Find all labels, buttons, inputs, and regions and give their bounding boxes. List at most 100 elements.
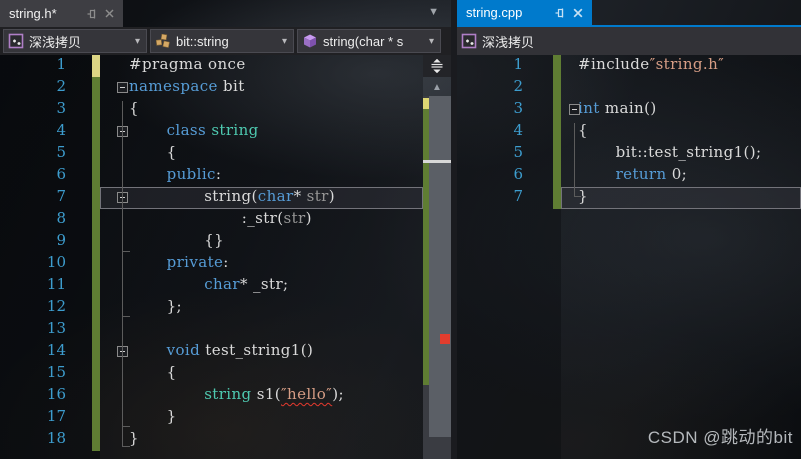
close-icon[interactable] [572,7,584,19]
scrollbar-error-mark [440,334,450,344]
code-line[interactable]: 7 string(char* str) [0,187,423,209]
right-code-editor[interactable]: 1 #include″string.h″ 2 3 int main() 4{5 bit::t… [457,55,801,459]
close-icon[interactable] [104,8,115,19]
code-line[interactable]: 5{ [0,143,423,165]
code-line[interactable]: 6 return 0; [457,165,801,187]
code-line[interactable]: 2 [457,77,801,99]
code-line[interactable]: 3 int main() [457,99,801,121]
gutter-spacer [66,385,92,407]
code-line-text: { [100,99,423,121]
gutter-spacer [66,55,92,77]
code-line[interactable]: 11 char* _str; [0,275,423,297]
tab-title: string.h* [9,6,57,21]
document-list-dropdown-icon[interactable]: ▼ [428,6,439,18]
code-line[interactable]: 16 string s1(″hello″); [0,385,423,407]
code-line[interactable]: 2 namespace bit [0,77,423,99]
left-code-lines: 1 #pragma once 2 namespace bit 3{4 class stri… [0,55,423,451]
code-line[interactable]: 3{ [0,99,423,121]
line-number: 1 [56,55,66,73]
code-line[interactable]: 8:_str(str) [0,209,423,231]
tab-string-cpp[interactable]: string.cpp [457,0,592,25]
line-number: 10 [46,253,66,271]
code-line[interactable]: 4 class string [0,121,423,143]
code-token: char [257,187,294,205]
code-token: str [306,187,329,205]
outline-connector-foot [122,426,130,427]
line-number: 8 [56,209,66,227]
code-line-text: return 0; [561,165,801,187]
code-token: string( [204,187,258,205]
gutter-spacer [66,253,92,275]
code-line-text: void test_string1() [100,341,423,363]
change-track-bar [92,187,100,209]
code-line[interactable]: 1 #include″string.h″ [457,55,801,77]
change-track-bar [92,385,100,407]
outline-connector-foot [122,316,130,317]
code-token: namespace [129,77,218,95]
left-code-editor[interactable]: 1 #pragma once 2 namespace bit 3{4 class stri… [0,55,423,459]
cpp-project-icon [8,33,24,49]
change-track-bar [92,99,100,121]
fold-collapse-icon[interactable] [569,104,580,115]
code-line[interactable]: 6 public: [0,165,423,187]
code-token: 0; [666,165,688,183]
code-token: {} [204,231,225,249]
line-number: 17 [46,407,66,425]
line-number: 5 [56,143,66,161]
project-dropdown-label: 深浅拷贝 [29,34,82,50]
code-token: * [293,187,307,205]
code-line[interactable]: 7} [457,187,801,209]
code-line[interactable]: 10 private: [0,253,423,275]
gutter-spacer [66,297,92,319]
code-token: s1( [251,385,282,403]
code-token: private [166,253,224,271]
code-token: return [615,165,667,183]
change-track-bar [553,165,561,187]
member-dropdown[interactable]: string(char * s ▾ [297,29,441,53]
vertical-scrollbar-track[interactable] [423,96,451,459]
scrollbar-up-button[interactable]: ▲ [423,80,451,96]
code-line[interactable]: 18} [0,429,423,451]
gutter-spacer [66,407,92,429]
line-number: 7 [513,187,523,205]
code-line[interactable]: 14 void test_string1() [0,341,423,363]
code-line[interactable]: 17} [0,407,423,429]
change-track-bar [92,77,100,99]
gutter-spacer [523,121,553,143]
line-number: 15 [46,363,66,381]
code-line[interactable]: 9 {} [0,231,423,253]
code-line[interactable]: 5 bit::test_string1(); [457,143,801,165]
line-number: 1 [513,55,523,73]
code-line-text: string s1(″hello″); [100,385,423,407]
gutter-spacer [66,187,92,209]
code-line[interactable]: 12}; [0,297,423,319]
code-token: int [578,99,600,117]
code-line-text: #include″string.h″ [561,55,801,77]
pin-icon[interactable] [86,8,98,20]
gutter-spacer [66,121,92,143]
gutter-spacer [66,143,92,165]
project-dropdown[interactable]: 深浅拷贝 [457,29,801,53]
gutter-spacer [523,187,553,209]
editor-split-handle[interactable] [423,55,451,77]
code-line-text: char* _str; [100,275,423,297]
code-line[interactable]: 1 #pragma once [0,55,423,77]
code-line[interactable]: 15 { [0,363,423,385]
outline-connector-foot [122,251,130,252]
line-number: 4 [513,121,523,139]
tab-string-h[interactable]: string.h* [0,0,123,27]
outline-connector-foot [122,446,130,447]
pin-icon[interactable] [554,7,566,19]
code-line[interactable]: 13 [0,319,423,341]
code-line[interactable]: 4{ [457,121,801,143]
code-token: ″hello″ [281,385,333,403]
change-track-bar [92,319,100,341]
change-track-bar [92,209,100,231]
scrollbar-thumb[interactable] [429,96,451,437]
type-dropdown[interactable]: bit::string ▾ [150,29,294,53]
code-token: class [166,121,212,139]
fold-collapse-icon[interactable] [117,82,128,93]
code-line-text [561,77,801,99]
project-dropdown[interactable]: 深浅拷贝 ▾ [3,29,147,53]
line-number: 11 [46,275,66,293]
